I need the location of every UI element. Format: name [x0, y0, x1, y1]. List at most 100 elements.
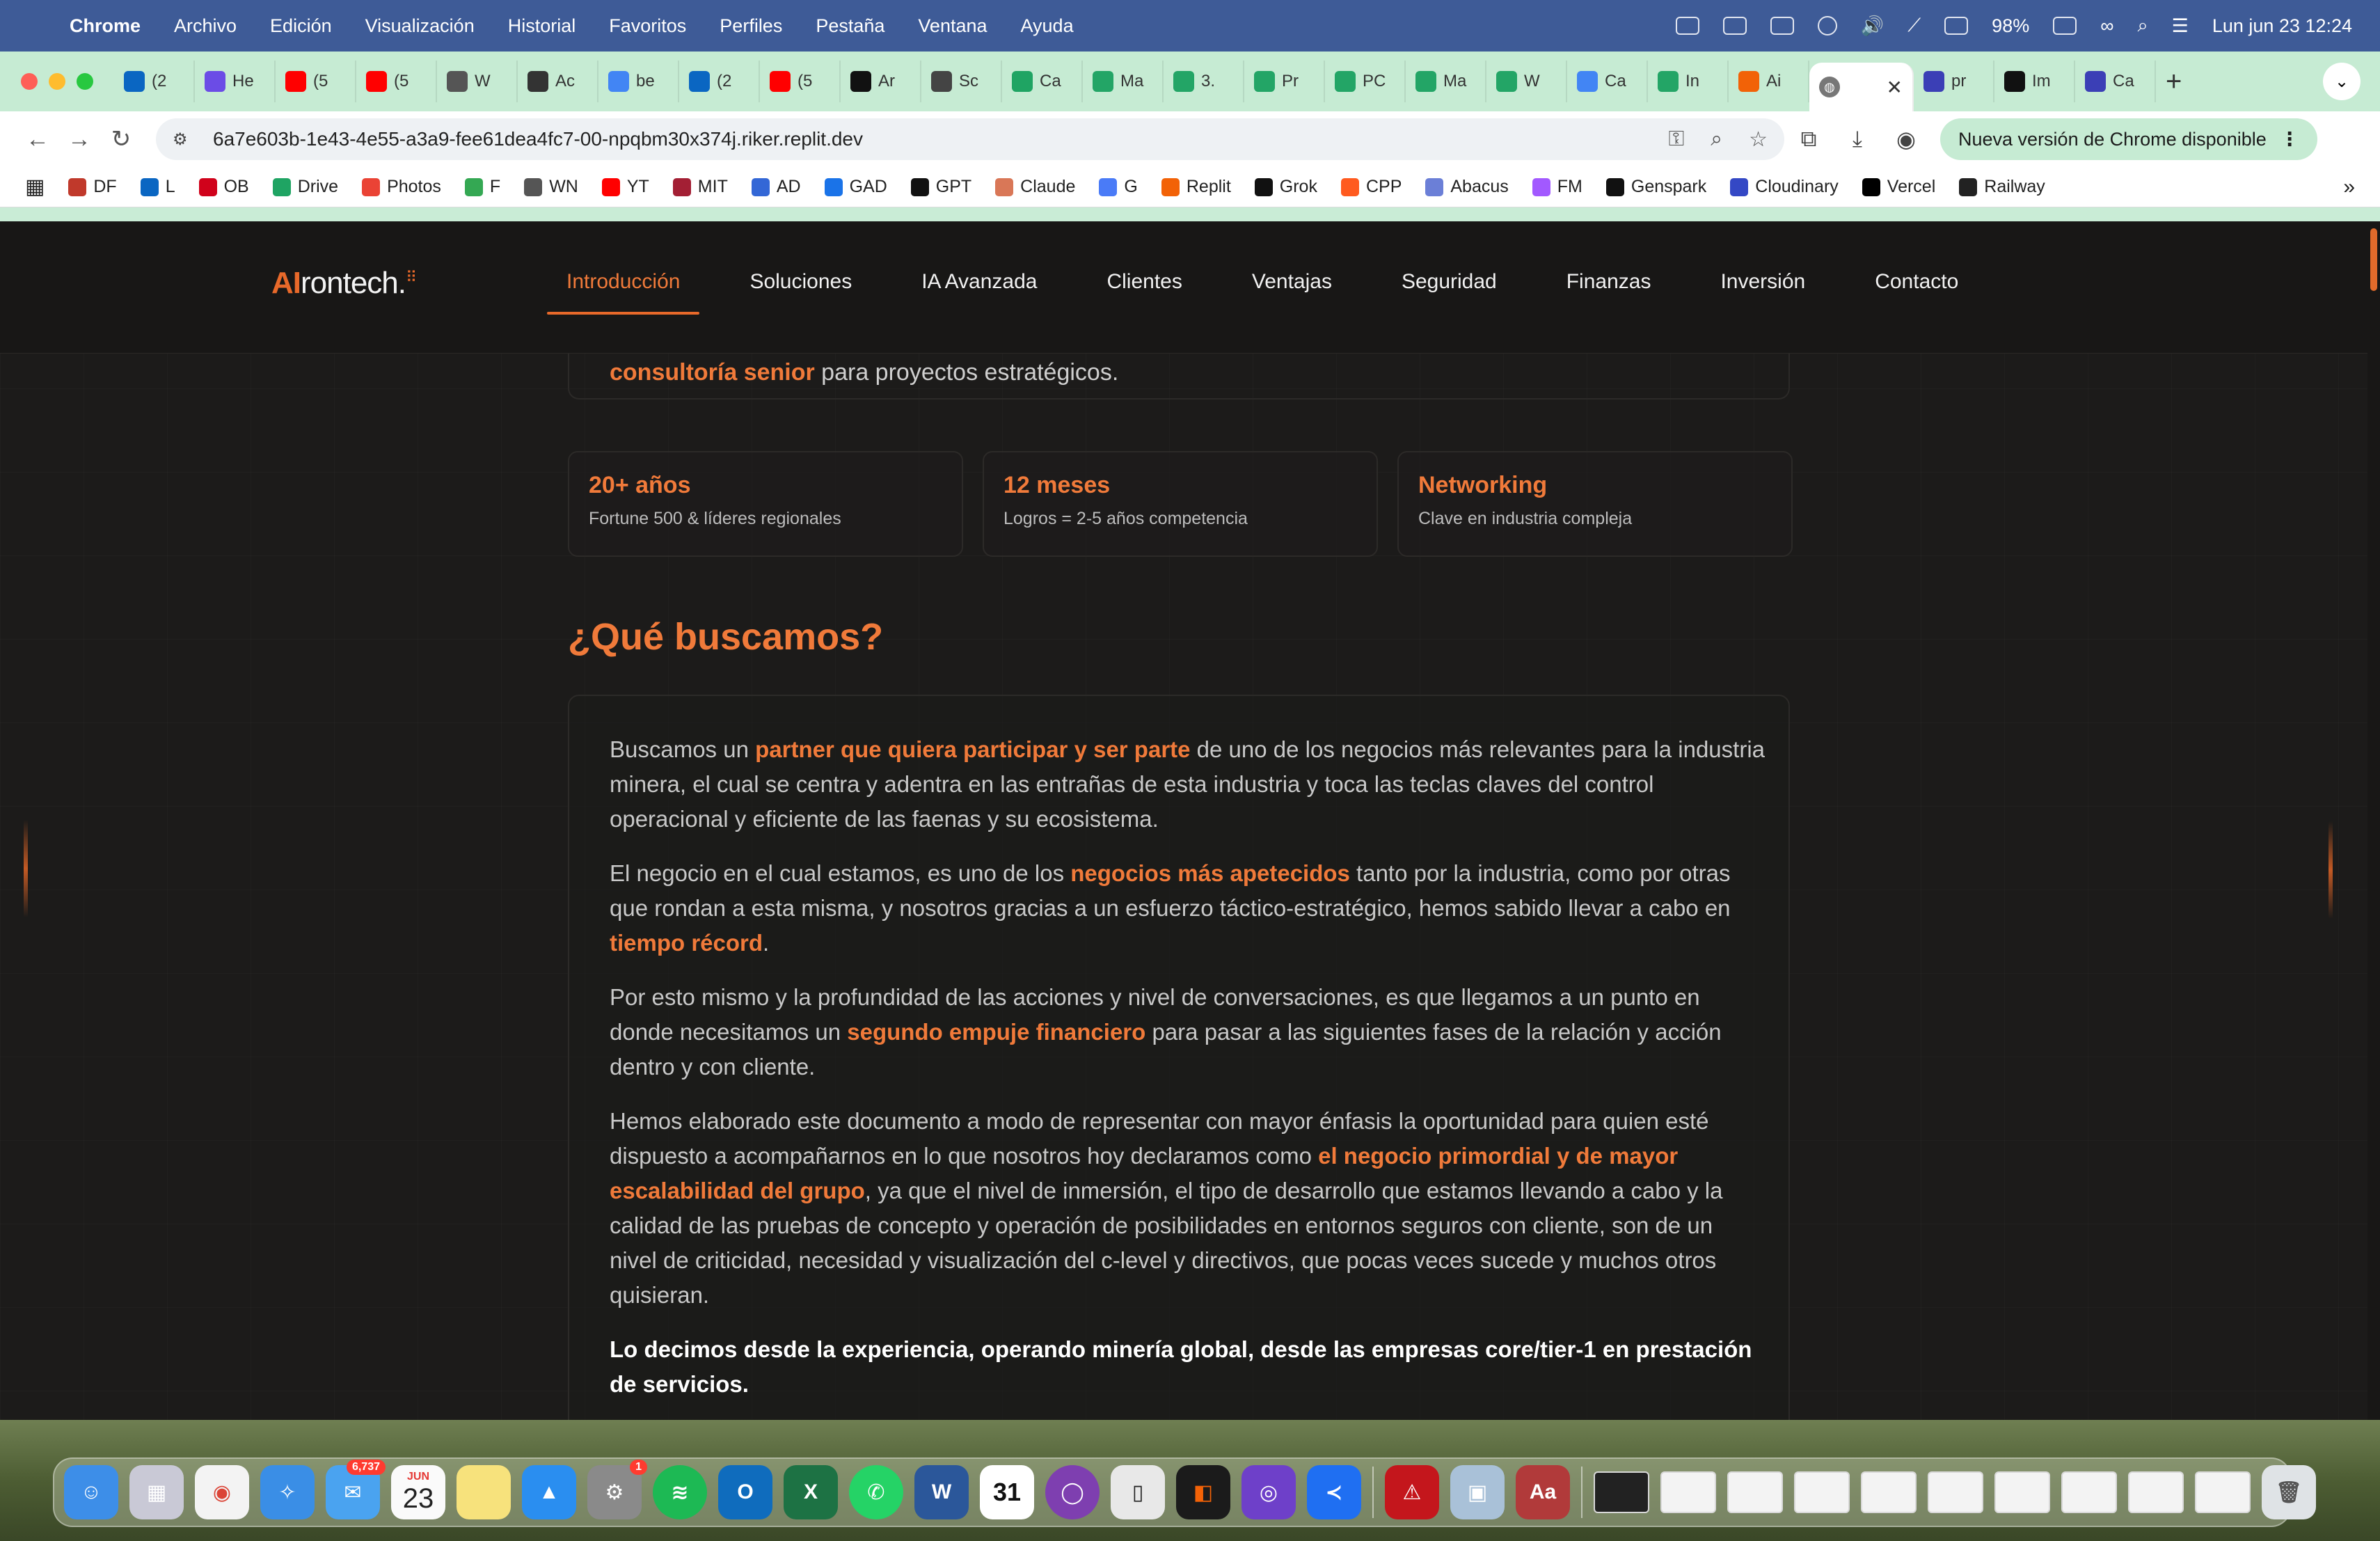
bookmark-fm[interactable]: FM — [1532, 177, 1582, 197]
minimized-window-thumb[interactable] — [1928, 1471, 1983, 1513]
menu-app-chrome[interactable]: Chrome — [70, 15, 141, 37]
battery-icon[interactable] — [2053, 17, 2077, 35]
finder-icon[interactable]: ☺ — [64, 1465, 118, 1519]
dictionary-icon[interactable]: Aa — [1516, 1465, 1570, 1519]
scrollbar-thumb[interactable] — [2370, 228, 2377, 291]
menu-favoritos[interactable]: Favoritos — [609, 15, 686, 37]
bookmark-railway[interactable]: Railway — [1959, 177, 2045, 197]
display-status-icon[interactable] — [1944, 17, 1969, 35]
tab-youtube[interactable]: (5 — [760, 61, 841, 102]
replit-icon[interactable]: ◧ — [1176, 1465, 1230, 1519]
tab-search-button[interactable]: ⌄ — [2323, 63, 2361, 100]
tab-sheets[interactable]: Ma — [1083, 61, 1164, 102]
volume-icon[interactable]: 🔊 — [1861, 15, 1885, 37]
minimized-window-thumb[interactable] — [1660, 1471, 1716, 1513]
page-scrollbar[interactable] — [2367, 221, 2380, 1420]
tab-google[interactable]: be — [598, 61, 679, 102]
bookmark-claude[interactable]: Claude — [995, 177, 1075, 197]
tab-linkedin[interactable]: (2 — [679, 61, 760, 102]
link-status-icon[interactable]: ∞ — [2100, 15, 2113, 37]
tab-sheets[interactable]: PC — [1325, 61, 1406, 102]
tab-sheets[interactable]: W — [1486, 61, 1567, 102]
bookmark-ob[interactable]: OB — [198, 177, 249, 197]
menu-ventana[interactable]: Ventana — [918, 15, 987, 37]
tab-replit[interactable]: Ai — [1729, 61, 1809, 102]
minimized-window-thumb[interactable] — [1994, 1471, 2050, 1513]
bookmark-vercel[interactable]: Vercel — [1862, 177, 1935, 197]
minimize-window-button[interactable] — [49, 73, 65, 90]
tab-youtube[interactable]: (5 — [356, 61, 437, 102]
bookmark-star-icon[interactable]: ☆ — [1749, 127, 1768, 152]
tab-linkedin[interactable]: (2 — [114, 61, 195, 102]
minimized-window-thumb[interactable] — [1794, 1471, 1850, 1513]
tab-sheets[interactable]: Ma — [1406, 61, 1486, 102]
apps-grid-icon[interactable]: ▦ — [25, 175, 45, 199]
tab-openai[interactable]: Ac — [518, 61, 598, 102]
minimized-window-thumb[interactable] — [2061, 1471, 2117, 1513]
calendar-icon[interactable]: JUN 23 — [391, 1465, 445, 1519]
tab-openai[interactable]: Im — [1994, 61, 2075, 102]
extensions-icon[interactable]: ⧉ — [1784, 126, 1833, 152]
url-text[interactable]: 6a7e603b-1e43-4e55-a3a9-fee61dea4fc7-00-… — [213, 128, 1668, 150]
github-desktop-icon[interactable]: ◎ — [1241, 1465, 1296, 1519]
forward-button[interactable]: → — [58, 126, 100, 153]
spotify-icon[interactable]: ≋ — [653, 1465, 707, 1519]
nav-link-1[interactable]: Soluciones — [749, 270, 852, 294]
new-tab-button[interactable]: + — [2166, 66, 2182, 97]
excel-icon[interactable]: X — [784, 1465, 838, 1519]
bookmark-photos[interactable]: Photos — [362, 177, 441, 197]
bookmark-yt[interactable]: YT — [601, 177, 649, 197]
chrome-icon[interactable]: ◉ — [195, 1465, 249, 1519]
menu-historial[interactable]: Historial — [508, 15, 576, 37]
close-tab-icon[interactable]: ✕ — [1887, 76, 1903, 99]
tab-sheets[interactable]: Pr — [1244, 61, 1325, 102]
menu-archivo[interactable]: Archivo — [174, 15, 237, 37]
tab-youtube[interactable]: (5 — [276, 61, 356, 102]
outlook-icon[interactable]: O — [718, 1465, 772, 1519]
nav-link-8[interactable]: Contacto — [1875, 270, 1958, 294]
menu-edicion[interactable]: Edición — [270, 15, 332, 37]
password-key-icon[interactable]: ⚿ — [1668, 127, 1684, 152]
back-button[interactable]: ← — [17, 126, 58, 153]
bookmark-g[interactable]: G — [1099, 177, 1138, 197]
system-settings-icon[interactable]: ⚙ 1 — [587, 1460, 647, 1519]
circle-app-icon[interactable]: ◯ — [1045, 1465, 1100, 1519]
tab-sheets[interactable]: 3. — [1164, 61, 1244, 102]
tab-page[interactable]: W — [437, 61, 518, 102]
safari-icon[interactable]: ✧ — [260, 1465, 315, 1519]
trash-icon[interactable]: 🗑 — [2262, 1465, 2316, 1519]
more-menu-icon[interactable]: ⋮ — [2280, 129, 2299, 150]
minimized-window-thumb[interactable] — [2195, 1471, 2251, 1513]
bookmark-grok[interactable]: Grok — [1254, 177, 1317, 197]
chrome-update-button[interactable]: Nueva versión de Chrome disponible ⋮ — [1940, 118, 2317, 160]
more-bookmarks-icon[interactable]: » — [2343, 175, 2355, 199]
bookmark-drive[interactable]: Drive — [272, 177, 338, 197]
launchpad-icon[interactable]: ▦ — [129, 1465, 184, 1519]
tab-active[interactable]: ◍ ✕ — [1809, 63, 1914, 111]
bookmark-mit[interactable]: MIT — [672, 177, 728, 197]
clock[interactable]: Lun jun 23 12:24 — [2212, 15, 2352, 37]
tab-openai[interactable]: Sc — [921, 61, 1002, 102]
download-icon[interactable]: ⤓ — [1833, 126, 1882, 152]
vscode-icon[interactable]: ≺ — [1307, 1465, 1361, 1519]
tab-bank[interactable]: Ca — [2075, 61, 2156, 102]
bookmark-gpt[interactable]: GPT — [910, 177, 971, 197]
zoom-icon[interactable]: ⌕ — [1711, 127, 1722, 152]
keynote-icon[interactable]: ▲ — [522, 1465, 576, 1519]
bookmark-df[interactable]: DF — [68, 177, 117, 197]
minimized-window-thumb[interactable] — [1727, 1471, 1783, 1513]
preview-icon[interactable]: ▣ — [1450, 1465, 1505, 1519]
nav-link-4[interactable]: Ventajas — [1252, 270, 1332, 294]
nav-link-6[interactable]: Finanzas — [1566, 270, 1651, 294]
tab-play-circle[interactable]: He — [195, 61, 276, 102]
bookmark-wn[interactable]: WN — [524, 177, 578, 197]
outlook-status-icon[interactable] — [1675, 17, 1699, 35]
bookmark-replit[interactable]: Replit — [1161, 177, 1231, 197]
bookmark-genspark[interactable]: Genspark — [1605, 177, 1706, 197]
reload-button[interactable]: ↻ — [100, 125, 142, 153]
menu-visualizacion[interactable]: Visualización — [365, 15, 475, 37]
profile-avatar[interactable]: ◉ — [1882, 126, 1930, 152]
mail-icon[interactable]: ✉ 6,737 — [326, 1460, 386, 1519]
site-info-icon[interactable]: ⚙ — [173, 129, 196, 150]
bookmark-l[interactable]: L — [140, 177, 175, 197]
